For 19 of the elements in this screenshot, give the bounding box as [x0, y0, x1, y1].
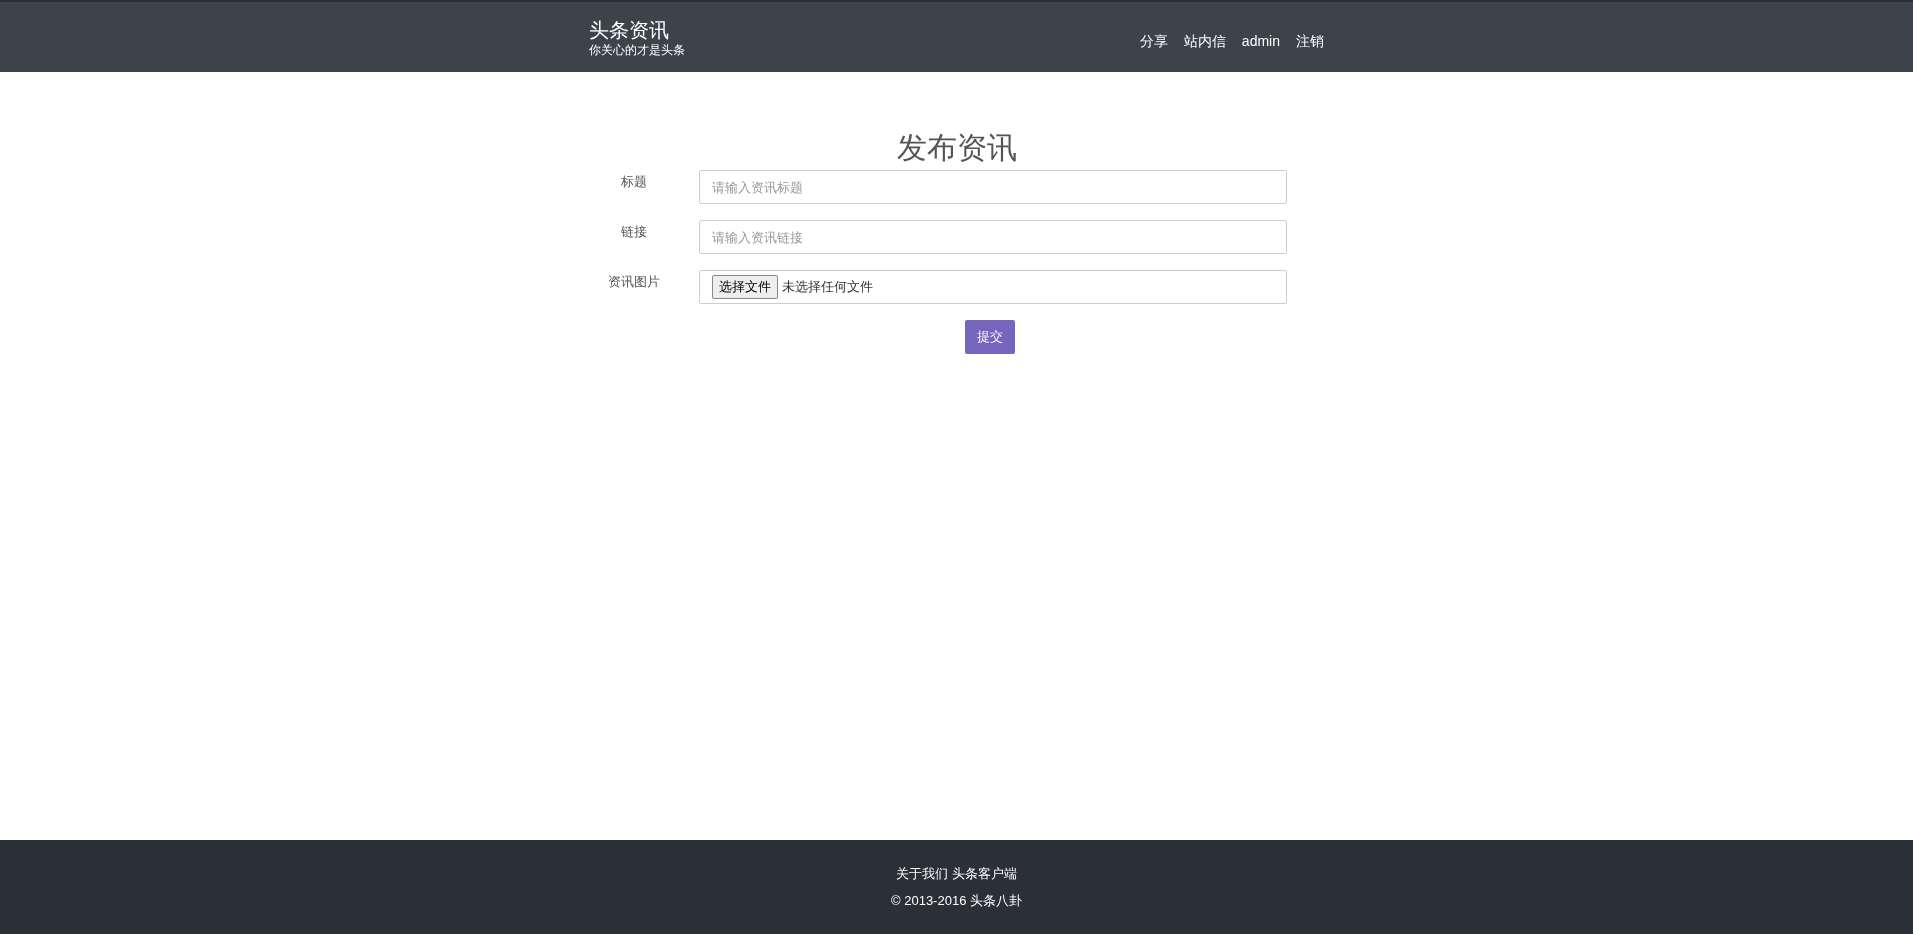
site-tagline: 你关心的才是头条: [589, 42, 685, 59]
nav-link[interactable]: 注销: [1296, 30, 1324, 52]
nav-link[interactable]: 分享: [1139, 30, 1168, 52]
field-label: 链接: [620, 223, 648, 241]
input-field[interactable]: 请输入资讯标题: [699, 170, 1287, 204]
nav-link[interactable]: 站内信: [1183, 30, 1226, 52]
site-title[interactable]: 头条资讯: [589, 19, 685, 41]
copyright-text: © 2013-2016 头条八卦: [891, 892, 1022, 910]
footer-link[interactable]: 头条客户端: [952, 863, 1017, 883]
choose-file-button[interactable]: 选择文件: [712, 275, 778, 299]
file-status: 未选择任何文件: [782, 278, 873, 297]
field-label: 标题: [620, 173, 648, 191]
page-heading: 发布资讯: [895, 130, 1018, 166]
file-field[interactable]: 选择文件 未选择任何文件: [699, 270, 1287, 304]
nav-link[interactable]: admin: [1241, 30, 1280, 52]
footer-link[interactable]: 关于我们: [896, 863, 948, 883]
input-field[interactable]: 请输入资讯链接: [699, 220, 1287, 254]
field-label: 资讯图片: [607, 273, 661, 291]
submit-button[interactable]: 提交: [965, 320, 1015, 354]
